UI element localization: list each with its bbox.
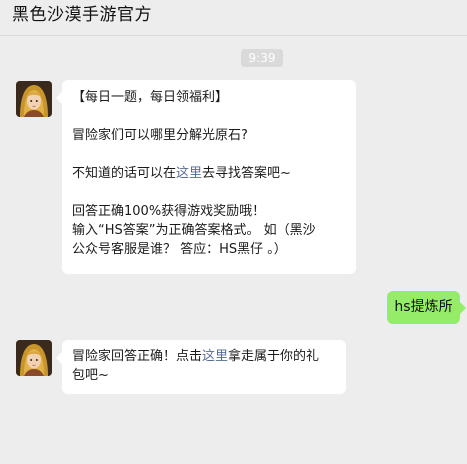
avatar-image — [16, 81, 52, 117]
chat-title: 黑色沙漠手游官方 — [12, 5, 152, 25]
result-text-line2: 包吧~ — [72, 368, 109, 383]
question-text: 冒险家们可以哪里分解光原石? — [72, 128, 248, 143]
result-prefix: 冒险家回答正确！点击 — [72, 349, 203, 364]
chat-header: 黑色沙漠手游官方 — [0, 0, 467, 36]
official-avatar[interactable] — [16, 81, 52, 117]
hint-text: 不知道的话可以在这里去寻找答案吧~ — [72, 164, 346, 183]
result-suffix: 拿走属于你的礼 — [228, 349, 320, 364]
result-text-line1: 冒险家回答正确！点击这里拿走属于你的礼 — [72, 347, 336, 366]
format-text-line2: 公众号客服是谁？ 答应：HS黑仔 。） — [72, 242, 287, 257]
hint-suffix: 去寻找答案吧~ — [202, 166, 291, 181]
message-heading: 【每日一题，每日领福利】 — [72, 90, 229, 105]
official-avatar-2[interactable] — [16, 340, 52, 376]
format-text-line1: 输入“HS答案”为正确答案格式。 如（黑沙 — [72, 223, 316, 238]
reward-text: 回答正确100%获得游戏奖励哦！ — [72, 204, 266, 219]
timestamp: 9:39 — [241, 49, 283, 67]
reply-text: hs提炼所 — [394, 299, 453, 315]
message-bubble-question: 【每日一题，每日领福利】 冒险家们可以哪里分解光原石? 不知道的话可以在这里去寻… — [56, 80, 356, 274]
message-bubble-result: 冒险家回答正确！点击这里拿走属于你的礼 包吧~ — [56, 340, 346, 394]
reward-link[interactable]: 这里 — [202, 349, 228, 364]
sent-reply-bubble: hs提炼所 — [387, 291, 466, 324]
hint-prefix: 不知道的话可以在 — [72, 166, 177, 181]
answer-link[interactable]: 这里 — [176, 166, 202, 181]
avatar-image-2 — [16, 340, 52, 376]
